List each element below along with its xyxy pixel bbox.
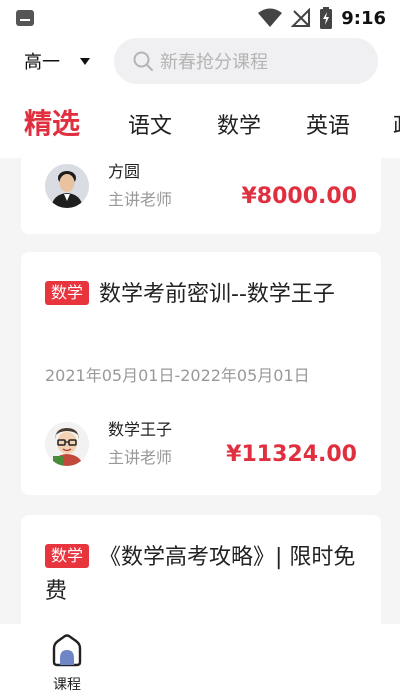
tab-politics[interactable]: 政 — [393, 108, 400, 140]
subject-badge: 数学 — [45, 544, 90, 568]
subject-badge: 数学 — [45, 281, 90, 305]
tab-english[interactable]: 英语 — [306, 108, 350, 140]
course-title-text: 数学考前密训--数学王子 — [99, 282, 335, 307]
header: 高一 新春抢分课程 — [0, 36, 400, 88]
grade-selector[interactable]: 高一 — [24, 48, 90, 74]
teacher-name: 数学王子 — [108, 420, 173, 439]
status-bar: 9:16 — [0, 0, 400, 36]
teacher-row: 数学王子 主讲老师 ¥11324.00 — [45, 418, 357, 474]
teacher-avatar — [45, 164, 89, 208]
search-placeholder: 新春抢分课程 — [160, 52, 268, 73]
course-title: 数学 数学考前密训--数学王子 — [45, 278, 361, 312]
course-price: ¥8000.00 — [241, 184, 357, 209]
course-price: ¥11324.00 — [226, 442, 357, 467]
app-notification-icon — [16, 10, 34, 26]
bottom-nav: 课程 — [0, 624, 400, 700]
search-icon — [133, 51, 153, 71]
teacher-row: 方圆 主讲老师 ¥8000.00 — [45, 160, 357, 216]
teacher-role: 主讲老师 — [108, 448, 173, 467]
no-signal-icon — [291, 8, 311, 27]
course-list[interactable]: 方圆 主讲老师 ¥8000.00 数学 数学考前密训--数学王子 2021年05月… — [0, 158, 400, 624]
tab-math[interactable]: 数学 — [217, 108, 261, 140]
tab-featured[interactable]: 精选 — [24, 102, 80, 142]
category-tabs: 精选 语文 数学 英语 政 — [0, 88, 400, 158]
course-title-text: 《数学高考攻略》| 限时免费 — [45, 545, 356, 604]
home-icon — [52, 634, 82, 667]
teacher-name: 方圆 — [108, 162, 141, 181]
course-card[interactable]: 数学 《数学高考攻略》| 限时免费 — [21, 515, 381, 624]
dropdown-caret-icon — [80, 57, 90, 65]
course-title: 数学 《数学高考攻略》| 限时免费 — [45, 541, 361, 609]
wifi-icon — [258, 8, 283, 27]
nav-item-course[interactable]: 课程 — [40, 634, 94, 694]
tab-chinese[interactable]: 语文 — [128, 108, 172, 140]
grade-label: 高一 — [24, 52, 60, 73]
status-time: 9:16 — [341, 7, 386, 29]
search-bar[interactable]: 新春抢分课程 — [114, 38, 378, 84]
nav-course-label: 课程 — [53, 677, 81, 693]
course-date-range: 2021年05月01日-2022年05月01日 — [45, 366, 310, 385]
teacher-avatar — [45, 422, 89, 466]
course-card[interactable]: 数学 数学考前密训--数学王子 2021年05月01日-2022年05月01日 数… — [21, 252, 381, 495]
battery-icon — [320, 7, 333, 29]
teacher-role: 主讲老师 — [108, 190, 173, 209]
course-card[interactable]: 方圆 主讲老师 ¥8000.00 — [21, 158, 381, 234]
